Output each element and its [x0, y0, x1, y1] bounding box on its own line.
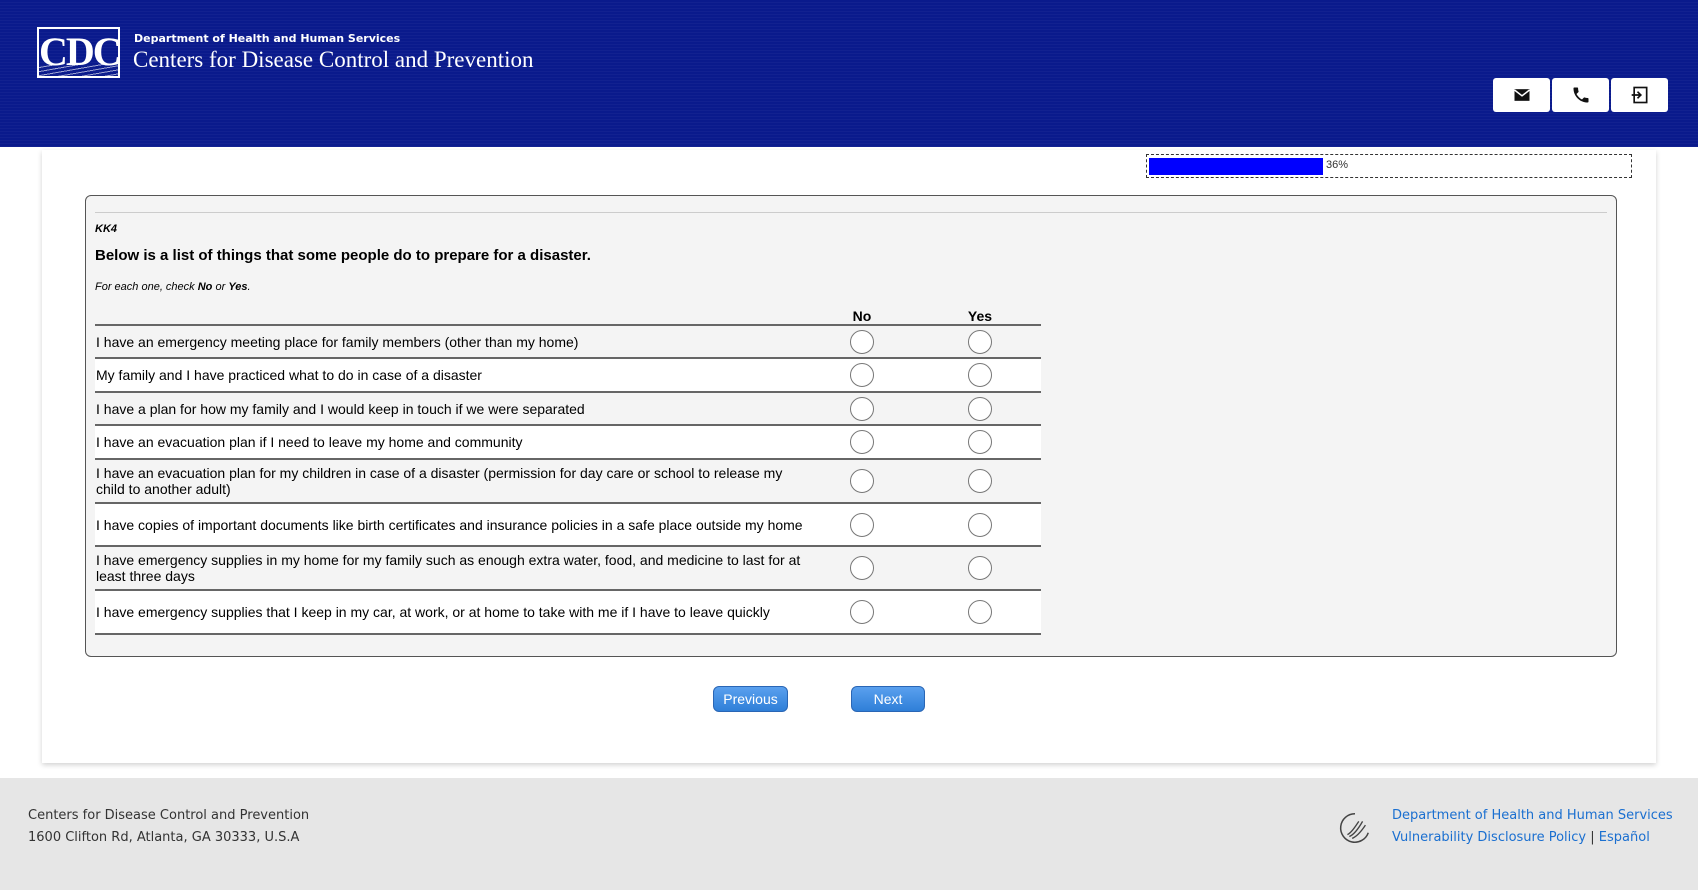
item-label: I have a plan for how my family and I wo… — [96, 400, 585, 417]
site-header: CDC Department of Health and Human Servi… — [0, 0, 1698, 147]
phone-button[interactable] — [1552, 78, 1609, 112]
exit-button[interactable] — [1611, 78, 1668, 112]
grid-row: My family and I have practiced what to d… — [95, 359, 1041, 393]
item-label: My family and I have practiced what to d… — [96, 367, 482, 383]
radio-no[interactable] — [850, 469, 874, 493]
site-footer: Centers for Disease Control and Preventi… — [0, 778, 1698, 890]
phone-icon — [1573, 87, 1588, 103]
radio-yes[interactable] — [968, 396, 992, 421]
previous-button[interactable]: Previous — [713, 686, 788, 712]
exit-icon — [1631, 86, 1647, 104]
radio-no[interactable] — [850, 600, 874, 624]
grid-row: I have emergency supplies that I keep in… — [95, 591, 1041, 635]
grid-row: I have emergency supplies in my home for… — [95, 547, 1041, 591]
column-header-yes: Yes — [967, 308, 993, 324]
grid-row: I have an evacuation plan if I need to l… — [95, 426, 1041, 460]
grid-row: I have an emergency meeting place for fa… — [95, 326, 1041, 359]
radio-yes[interactable] — [968, 329, 992, 354]
item-label: I have copies of important documents lik… — [96, 516, 803, 533]
answer-grid: No Yes I have an emergency meeting place… — [95, 304, 1041, 635]
item-label: I have emergency supplies in my home for… — [96, 552, 801, 584]
header-department: Department of Health and Human Services — [134, 32, 401, 45]
item-label: I have an evacuation plan for my childre… — [96, 465, 783, 497]
item-label: I have an evacuation plan if I need to l… — [96, 434, 523, 450]
cdc-logo[interactable]: CDC — [37, 27, 120, 78]
question-box: KK4 Below is a list of things that some … — [85, 195, 1617, 657]
item-label: I have emergency supplies that I keep in… — [96, 604, 770, 620]
radio-no[interactable] — [850, 329, 874, 354]
question-instruction: For each one, check No or Yes. — [95, 281, 251, 293]
radio-yes[interactable] — [968, 469, 992, 493]
hhs-eagle-icon — [1339, 813, 1369, 843]
radio-no[interactable] — [850, 430, 874, 454]
next-button[interactable]: Next — [851, 686, 925, 712]
column-header-no: No — [852, 308, 872, 324]
link-separator: | — [1590, 830, 1595, 845]
progress-label: 36% — [1326, 159, 1349, 171]
mail-icon — [1513, 89, 1530, 101]
footer-address: 1600 Clifton Rd, Atlanta, GA 30333, U.S.… — [28, 830, 300, 845]
divider — [95, 212, 1607, 213]
radio-no[interactable] — [850, 556, 874, 580]
question-code: KK4 — [95, 223, 118, 235]
footer-links: Vulnerability Disclosure Policy | Españo… — [1392, 830, 1650, 845]
question-prompt: Below is a list of things that some peop… — [95, 247, 591, 264]
email-button[interactable] — [1493, 78, 1550, 112]
progress-fill — [1149, 158, 1323, 175]
hhs-link[interactable]: Department of Health and Human Services — [1392, 808, 1673, 823]
progress-bar: 36% — [1146, 154, 1632, 178]
footer-org-name: Centers for Disease Control and Preventi… — [28, 808, 310, 823]
espanol-link[interactable]: Español — [1599, 830, 1650, 845]
grid-row: I have copies of important documents lik… — [95, 504, 1041, 547]
item-label: I have an emergency meeting place for fa… — [96, 333, 579, 350]
radio-yes[interactable] — [968, 363, 992, 387]
vulnerability-disclosure-link[interactable]: Vulnerability Disclosure Policy — [1392, 830, 1586, 845]
radio-no[interactable] — [850, 396, 874, 421]
header-actions — [1493, 78, 1668, 112]
header-title: Centers for Disease Control and Preventi… — [133, 47, 534, 72]
radio-yes[interactable] — [968, 556, 992, 580]
radio-yes[interactable] — [968, 600, 992, 624]
grid-row: I have an evacuation plan for my childre… — [95, 460, 1041, 504]
radio-yes[interactable] — [968, 512, 992, 537]
radio-yes[interactable] — [968, 430, 992, 454]
grid-row: I have a plan for how my family and I wo… — [95, 393, 1041, 426]
radio-no[interactable] — [850, 363, 874, 387]
grid-header: No Yes — [95, 304, 1041, 326]
radio-no[interactable] — [850, 512, 874, 537]
